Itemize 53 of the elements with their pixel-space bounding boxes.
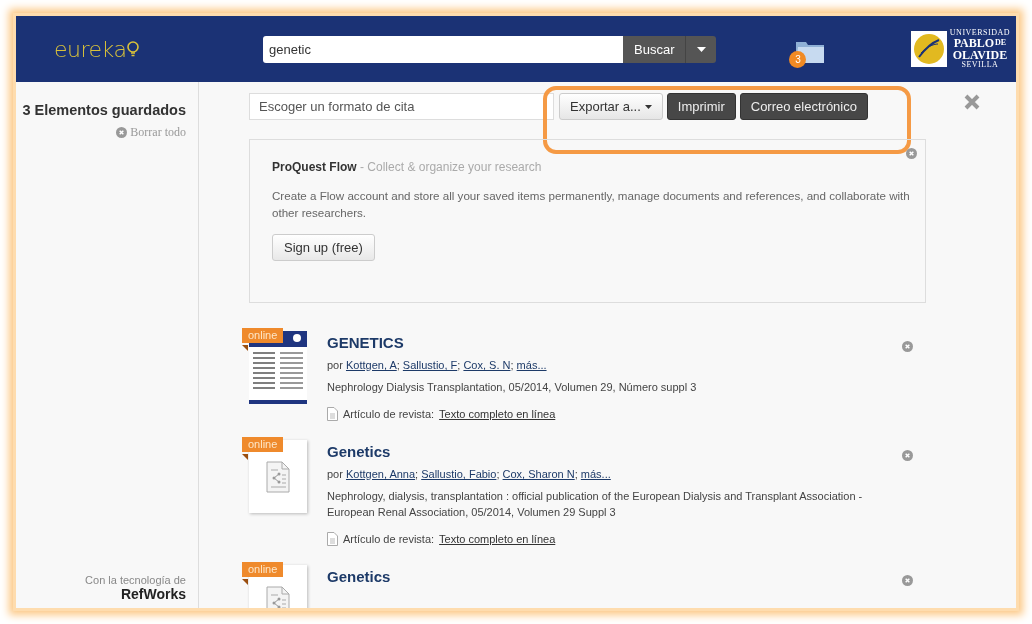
- export-button[interactable]: Exportar a...: [559, 93, 663, 120]
- signup-button[interactable]: Sign up (free): [272, 234, 375, 261]
- item-type: Artículo de revista:: [343, 408, 435, 420]
- document-icon: [327, 407, 338, 421]
- remove-icon[interactable]: [902, 341, 913, 352]
- item-title[interactable]: Genetics: [327, 568, 877, 585]
- item-title[interactable]: GENETICS: [327, 334, 877, 351]
- online-badge: online: [242, 562, 284, 577]
- full-text-link[interactable]: Texto completo en línea: [439, 408, 556, 420]
- author-link[interactable]: más...: [516, 359, 547, 371]
- flow-heading: ProQuest Flow - Collect & organize your research: [272, 160, 543, 174]
- full-text-link[interactable]: Texto completo en línea: [439, 533, 556, 545]
- university-name: PABLO: [953, 37, 995, 49]
- university-emblem-icon: [910, 31, 947, 67]
- brand-name: RefWorks: [120, 586, 186, 602]
- online-badge: online: [242, 328, 284, 343]
- online-badge: online: [242, 437, 284, 452]
- print-button[interactable]: Imprimir: [666, 93, 736, 120]
- saved-count-badge: 3: [789, 51, 807, 68]
- badge-fold-icon: [242, 345, 248, 351]
- author-link[interactable]: Kottgen, A: [345, 359, 397, 371]
- source-text: Nephrology, dialysis, transplantation : official publication of the European Dialysis and Transplant Association - European Renal Association, 05/2014, Volumen 29 Suppl 3: [327, 489, 864, 520]
- citation-format-field[interactable]: Escoger un formato de cita: [249, 93, 554, 120]
- remove-icon[interactable]: [902, 575, 913, 586]
- author-link[interactable]: Cox, Sharon N: [502, 468, 575, 480]
- university-joiner: DE: [995, 39, 1007, 47]
- saved-items-title: 3 Elementos guardados: [22, 102, 186, 118]
- remove-icon[interactable]: [902, 450, 913, 461]
- university-city: SEVILLA: [961, 61, 999, 69]
- authors-line: por Kottgen, Anna; Sallustio, Fabio; Cox, Sharon N; más...: [327, 467, 612, 482]
- caret-icon: [644, 104, 652, 109]
- search-button[interactable]: Buscar: [623, 35, 687, 63]
- item-title[interactable]: Genetics: [327, 443, 877, 460]
- source-text: Nephrology Dialysis Transplantation, 05/2014, Volumen 29, Número suppl 3: [327, 380, 698, 395]
- item-type: Artículo de revista:: [343, 533, 435, 545]
- university-name: OLAVIDE: [952, 49, 1008, 61]
- caret-icon: [696, 46, 706, 52]
- email-button[interactable]: Correo electrónico: [739, 93, 868, 120]
- university-label: UNIVERSIDAD: [949, 29, 1010, 37]
- badge-fold-icon: [242, 579, 248, 585]
- search-field[interactable]: genetic: [263, 35, 623, 63]
- clear-icon[interactable]: [116, 127, 128, 138]
- lightbulb-icon: [127, 41, 140, 57]
- author-link[interactable]: más...: [580, 468, 611, 480]
- close-icon[interactable]: [906, 148, 917, 159]
- eureka-logo[interactable]: eureka: [54, 36, 127, 62]
- powered-by-text: Con la tecnología de: [85, 574, 186, 586]
- search-options-button[interactable]: [686, 35, 717, 63]
- document-icon: [327, 532, 338, 546]
- badge-fold-icon: [242, 454, 248, 460]
- flow-description: Create a Flow account and store all your saved items permanently, manage documents and references, and collaborate with other researchers.: [272, 188, 911, 221]
- close-icon[interactable]: [964, 94, 980, 110]
- authors-line: por Kottgen, A; Sallustio, F; Cox, S. N; más...: [327, 358, 548, 373]
